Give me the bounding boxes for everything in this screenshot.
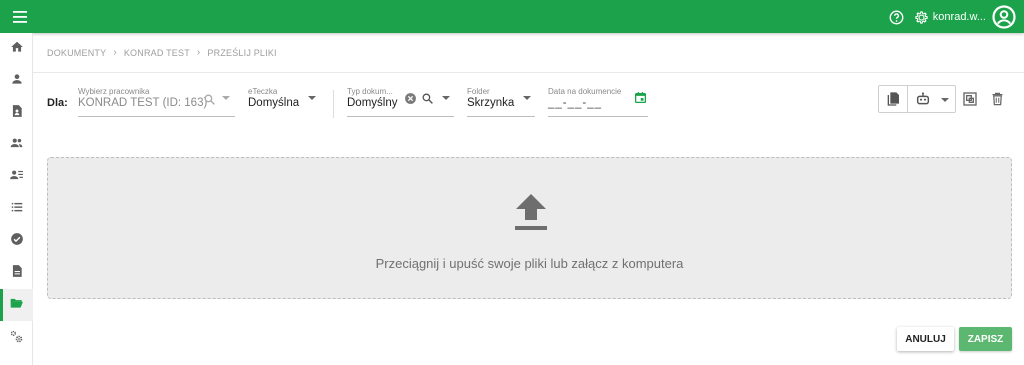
vertical-divider	[333, 90, 334, 118]
folder-label: Folder	[467, 87, 490, 96]
employee-select[interactable]: Wybierz pracownika KONRAD TEST (ID: 163)	[78, 87, 235, 117]
breadcrumb-item-documents[interactable]: DOKUMENTY	[47, 48, 106, 58]
help-icon[interactable]	[889, 10, 904, 25]
list-icon	[10, 200, 24, 219]
document-date-input[interactable]: __-__-__	[548, 97, 602, 109]
breadcrumb: DOKUMENTY › KONRAD TEST › PRZEŚLIJ PLIKI	[47, 47, 277, 58]
eteczka-value: Domyślna	[248, 97, 300, 109]
file-dropzone[interactable]: Przeciągnij i upuść swoje pliki lub załą…	[47, 157, 1012, 299]
copy-document-icon[interactable]	[885, 91, 901, 112]
breadcrumb-item-current: PRZEŚLIJ PLIKI	[207, 47, 277, 58]
chevron-right-icon: ›	[196, 47, 201, 58]
document-type-label: Typ dokum...	[347, 87, 393, 96]
person-icon	[10, 72, 24, 91]
save-button[interactable]: ZAPISZ	[959, 327, 1012, 351]
document-tools-group	[878, 85, 956, 113]
sidebar-item-person-document[interactable]	[0, 97, 33, 129]
eteczka-label: eTeczka	[248, 87, 278, 96]
person-document-icon	[10, 104, 24, 123]
tools-divider	[907, 86, 908, 112]
gear-icon[interactable]	[914, 10, 929, 25]
person-list-icon	[9, 168, 24, 187]
document-icon	[10, 264, 24, 283]
search-icon[interactable]	[421, 92, 434, 110]
sidebar-item-document[interactable]	[0, 257, 33, 289]
folder-select[interactable]: Folder Skrzynka	[467, 87, 535, 117]
account-avatar-icon[interactable]	[992, 5, 1016, 29]
search-icon[interactable]	[203, 93, 216, 111]
sidebar-item-person[interactable]	[0, 65, 33, 97]
home-icon	[10, 40, 24, 59]
settings-icon	[9, 329, 24, 349]
sidebar-item-person-list[interactable]	[0, 161, 33, 193]
chevron-down-icon[interactable]	[442, 96, 450, 100]
chevron-down-icon[interactable]	[308, 96, 316, 100]
chevron-down-icon[interactable]	[941, 98, 949, 102]
top-bar-user-area: konrad.w...	[889, 4, 1016, 30]
breadcrumb-item-employee[interactable]: KONRAD TEST	[124, 48, 190, 58]
calendar-icon[interactable]	[634, 91, 647, 109]
document-type-value: Domyślny	[347, 97, 398, 109]
document-date-label: Data na dokumencie	[548, 87, 622, 96]
sidebar-item-folder[interactable]	[0, 289, 33, 321]
clear-icon[interactable]	[404, 92, 417, 110]
check-circle-icon	[10, 232, 24, 251]
sidebar-item-list[interactable]	[0, 193, 33, 225]
sidebar	[0, 33, 33, 365]
chevron-right-icon: ›	[113, 47, 117, 58]
delete-icon[interactable]	[990, 91, 1005, 112]
employee-label: Wybierz pracownika	[78, 87, 150, 96]
sidebar-item-check[interactable]	[0, 225, 33, 257]
dropzone-text: Przeciągnij i upuść swoje pliki lub załą…	[375, 256, 684, 271]
folder-open-icon	[9, 296, 24, 315]
crop-frame-icon[interactable]	[962, 91, 978, 112]
top-bar: konrad.w...	[0, 0, 1024, 33]
sidebar-item-settings[interactable]	[0, 323, 33, 355]
cancel-button[interactable]: ANULUJ	[897, 327, 954, 351]
document-date-field[interactable]: Data na dokumencie __-__-__	[548, 87, 648, 117]
robot-icon[interactable]	[915, 91, 931, 112]
eteczka-select[interactable]: eTeczka Domyślna	[248, 87, 321, 117]
upload-icon	[514, 193, 548, 236]
sidebar-item-group[interactable]	[0, 129, 33, 161]
user-name[interactable]: konrad.w...	[933, 11, 986, 23]
employee-value: KONRAD TEST (ID: 163)	[78, 97, 208, 109]
document-type-select[interactable]: Typ dokum... Domyślny	[347, 87, 454, 117]
menu-icon[interactable]	[11, 9, 31, 25]
dla-label: Dla:	[47, 97, 68, 109]
group-icon	[9, 136, 24, 155]
header-divider	[33, 72, 1024, 73]
chevron-down-icon[interactable]	[222, 96, 230, 100]
chevron-down-icon[interactable]	[523, 96, 531, 100]
sidebar-item-home[interactable]	[0, 33, 33, 65]
folder-value: Skrzynka	[467, 97, 515, 109]
